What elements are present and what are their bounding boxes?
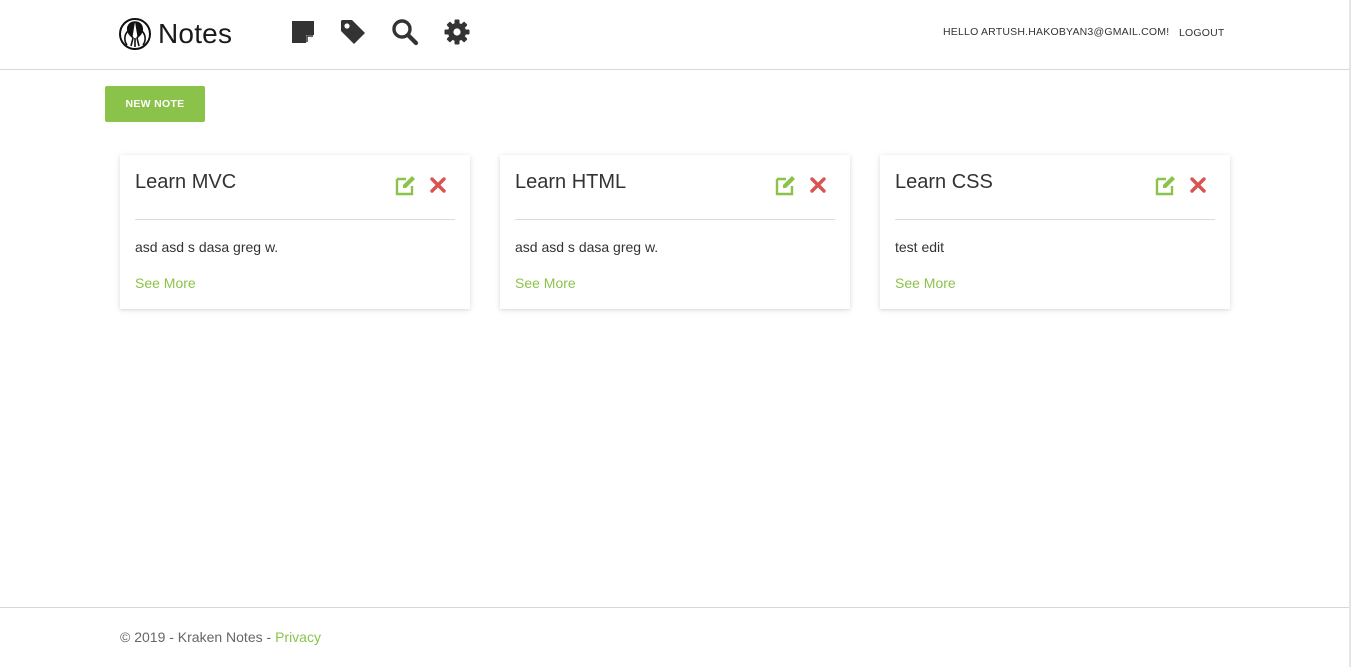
edit-icon[interactable] (775, 174, 797, 196)
note-card: Learn HTML asd asd s dasa greg w. See Mo… (500, 155, 850, 309)
tag-icon[interactable] (338, 17, 368, 47)
see-more-link[interactable]: See More (135, 275, 196, 291)
see-more-link[interactable]: See More (515, 275, 576, 291)
note-body: test edit (895, 239, 945, 255)
new-note-button[interactable]: NEW NOTE (105, 86, 205, 122)
card-divider (895, 219, 1215, 220)
note-body: asd asd s dasa greg w. (135, 239, 279, 255)
note-title: Learn MVC (135, 171, 237, 193)
brand-link[interactable]: Notes (118, 16, 232, 52)
note-card: Learn CSS test edit See More (880, 155, 1230, 309)
gear-icon[interactable] (442, 17, 472, 47)
search-icon[interactable] (390, 17, 420, 47)
note-body: asd asd s dasa greg w. (515, 239, 659, 255)
note-title: Learn CSS (895, 171, 993, 193)
note-title: Learn HTML (515, 171, 627, 193)
edit-icon[interactable] (1155, 174, 1177, 196)
footer: © 2019 - Kraken Notes - Privacy (120, 629, 321, 645)
kraken-logo-icon (119, 18, 151, 50)
footer-copyright: © 2019 - Kraken Notes - (120, 629, 276, 645)
delete-icon[interactable] (429, 176, 447, 194)
user-greeting: HELLO ARTUSH.HAKOBYAN3@GMAIL.COM! (943, 26, 1170, 38)
footer-divider (0, 607, 1349, 608)
notes-icon[interactable] (288, 17, 318, 47)
card-divider (135, 219, 455, 220)
card-divider (515, 219, 835, 220)
note-card: Learn MVC asd asd s dasa greg w. See Mor… (120, 155, 470, 309)
delete-icon[interactable] (1189, 176, 1207, 194)
top-navbar: Notes HELLO ARTUSH.HAKOBYAN3@GMAIL.COM! … (0, 0, 1349, 70)
see-more-link[interactable]: See More (895, 275, 956, 291)
edit-icon[interactable] (395, 174, 417, 196)
brand-title: Notes (158, 18, 233, 49)
delete-icon[interactable] (809, 176, 827, 194)
logout-link[interactable]: LOGOUT (1179, 27, 1225, 39)
privacy-link[interactable]: Privacy (275, 629, 321, 645)
